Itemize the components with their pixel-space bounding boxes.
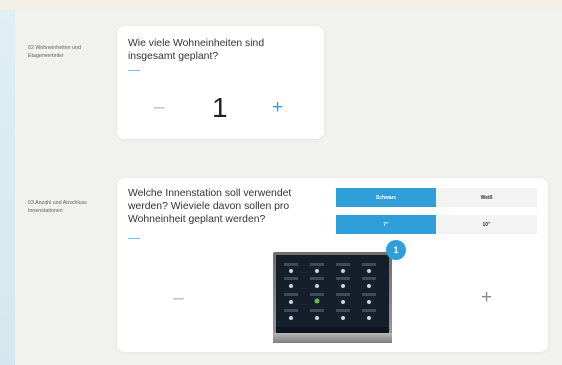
wohneinheiten-count: 1 [212,92,228,123]
left-rail [0,10,15,365]
color-option-schwarz[interactable]: Schwarz [336,188,436,207]
wohneinheiten-minus-button[interactable]: – [154,98,165,117]
wohneinheiten-question: Wie viele Wohneinheiten sind insgesamt g… [128,38,265,62]
device-frame-bottom [273,333,392,343]
question-underline [128,238,140,239]
size-selector: 7" 10" [336,215,537,234]
color-option-weiss[interactable]: Weiß [436,188,537,207]
innenstation-minus-button[interactable]: – [173,289,184,308]
size-option-7-inch[interactable]: 7" [336,215,436,234]
section-label-innenstationen: 03 Anzahl und Anschluss Innenstationen [28,200,87,214]
innenstation-plus-button[interactable]: + [481,288,492,307]
question-underline [128,70,140,71]
device-count-badge: 1 [386,240,406,260]
device-screen [276,255,389,333]
wohneinheiten-plus-button[interactable]: + [272,98,283,117]
innenstation-device-image [273,252,392,343]
color-selector: Schwarz Weiß [336,188,537,207]
top-strip [0,0,562,10]
size-option-10-inch[interactable]: 10" [436,215,537,234]
wohneinheiten-card: Wie viele Wohneinheiten sind insgesamt g… [117,26,324,139]
innenstation-question: Welche Innenstation soll verwendet werde… [128,188,292,225]
section-label-wohneinheiten: 02 Wohneinheiten und Etagenverteiler [28,45,81,59]
